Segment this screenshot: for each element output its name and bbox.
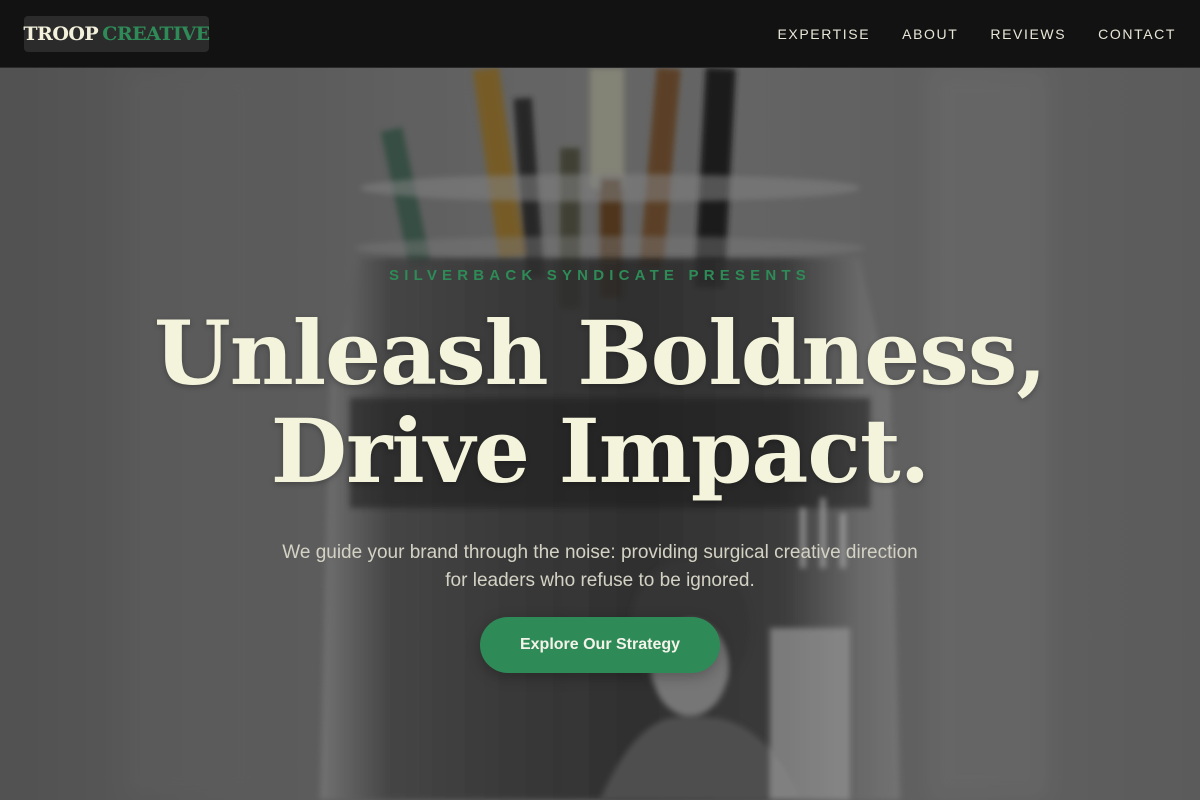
brand-name-secondary: CREATIVE: [102, 23, 210, 45]
nav-link-expertise[interactable]: EXPERTISE: [777, 26, 870, 42]
landing-page: TROOP CREATIVE EXPERTISE ABOUT REVIEWS C…: [0, 0, 1200, 800]
hero-section: SILVERBACK SYNDICATE PRESENTS Unleash Bo…: [0, 68, 1200, 800]
brand-name-primary: TROOP: [23, 23, 99, 45]
nav-link-reviews[interactable]: REVIEWS: [990, 26, 1066, 42]
hero-headline-line1: Unleash Boldness,: [153, 301, 1047, 405]
top-navbar: TROOP CREATIVE EXPERTISE ABOUT REVIEWS C…: [0, 0, 1200, 68]
hero-headline-line2: Drive Impact.: [270, 399, 931, 503]
nav-link-about[interactable]: ABOUT: [902, 26, 958, 42]
hero-content: SILVERBACK SYNDICATE PRESENTS Unleash Bo…: [0, 68, 1200, 800]
hero-subtext: We guide your brand through the noise: p…: [282, 542, 918, 591]
explore-strategy-button[interactable]: Explore Our Strategy: [480, 617, 720, 673]
nav-link-contact[interactable]: CONTACT: [1098, 26, 1176, 42]
hero-eyebrow: SILVERBACK SYNDICATE PRESENTS: [389, 267, 811, 284]
nav-menu: EXPERTISE ABOUT REVIEWS CONTACT: [777, 0, 1176, 68]
hero-headline: Unleash Boldness, Drive Impact.: [0, 304, 1200, 500]
brand-logo[interactable]: TROOP CREATIVE: [23, 16, 210, 52]
